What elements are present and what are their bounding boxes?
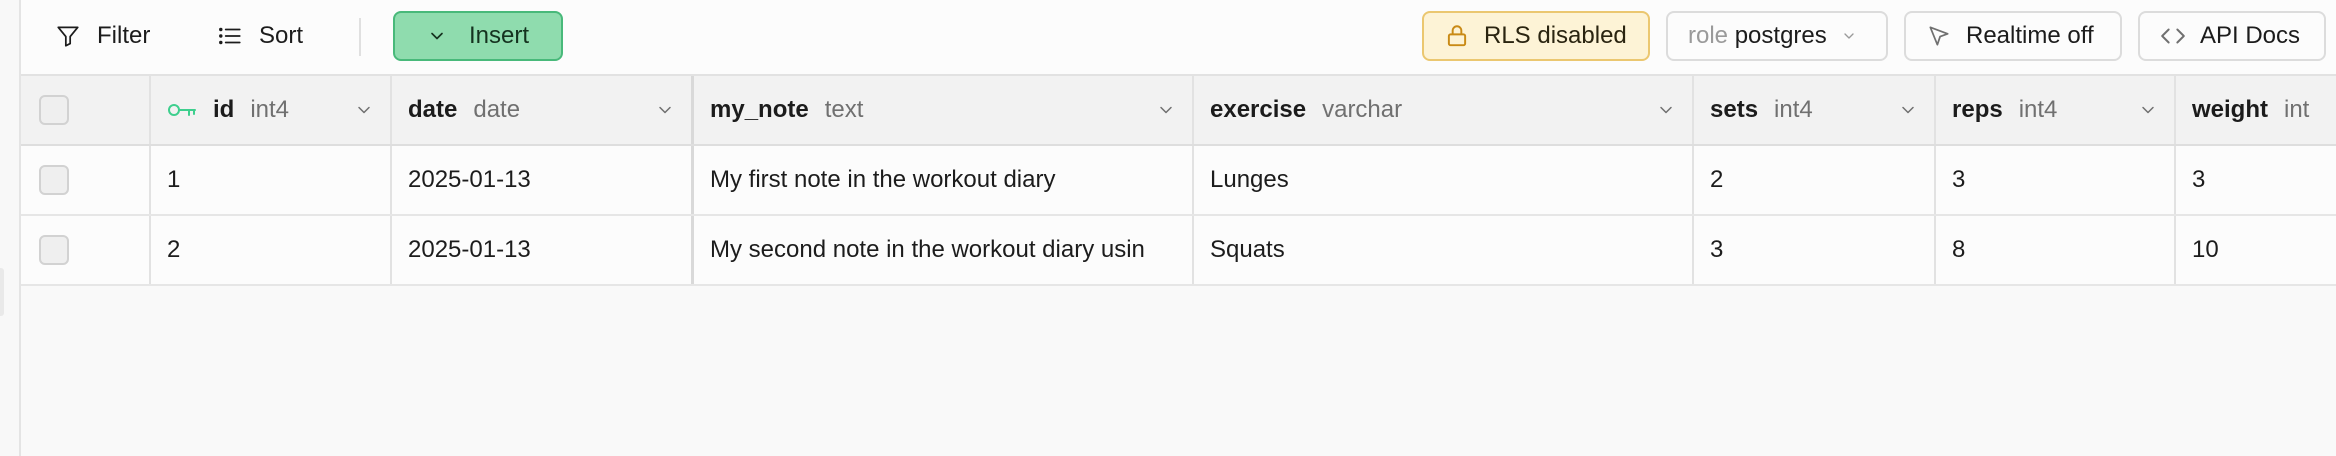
table-row[interactable]: 2 2025-01-13 My second note in the worko… bbox=[21, 216, 2336, 286]
column-header-reps[interactable]: reps int4 bbox=[1936, 76, 2176, 144]
cell-id[interactable]: 2 bbox=[151, 216, 392, 284]
realtime-label: Realtime off bbox=[1966, 22, 2094, 49]
lock-icon bbox=[1447, 25, 1467, 47]
column-header-exercise[interactable]: exercise varchar bbox=[1194, 76, 1694, 144]
row-select-cell bbox=[21, 216, 151, 284]
column-type: varchar bbox=[1322, 96, 1403, 123]
column-type: text bbox=[824, 96, 864, 123]
cell-weight[interactable]: 3 bbox=[2176, 146, 2336, 214]
column-type: int4 bbox=[2018, 96, 2058, 123]
filter-icon bbox=[57, 26, 79, 47]
role-prefix: role bbox=[1688, 22, 1729, 49]
cell-weight[interactable]: 10 bbox=[2176, 216, 2336, 284]
cell-sets[interactable]: 3 bbox=[1694, 216, 1936, 284]
table-toolbar: Filter Sort Insert RLS disabled role pos… bbox=[21, 0, 2336, 76]
rls-label: RLS disabled bbox=[1484, 22, 1627, 49]
row-checkbox[interactable] bbox=[39, 165, 69, 195]
left-rail bbox=[0, 0, 21, 456]
header-row: id int4 date date my_note text exercise … bbox=[21, 76, 2336, 146]
cell-date[interactable]: 2025-01-13 bbox=[392, 146, 694, 214]
chevron-down-icon[interactable] bbox=[354, 100, 374, 120]
column-header-sets[interactable]: sets int4 bbox=[1694, 76, 1936, 144]
cursor-icon bbox=[1929, 26, 1949, 46]
table-editor: Filter Sort Insert RLS disabled role pos… bbox=[0, 0, 2336, 456]
api-docs-button[interactable]: API Docs bbox=[2138, 11, 2326, 61]
cell-reps[interactable]: 3 bbox=[1936, 146, 2176, 214]
cell-date[interactable]: 2025-01-13 bbox=[392, 216, 694, 284]
column-header-date[interactable]: date date bbox=[392, 76, 694, 144]
role-selector[interactable]: role postgres bbox=[1666, 11, 1888, 61]
chevron-down-icon[interactable] bbox=[1656, 100, 1676, 120]
chevron-down-icon bbox=[431, 32, 443, 40]
cell-my-note[interactable]: My second note in the workout diary usin bbox=[694, 216, 1194, 284]
cell-exercise[interactable]: Lunges bbox=[1194, 146, 1694, 214]
chevron-down-icon bbox=[1844, 33, 1854, 39]
insert-label: Insert bbox=[468, 22, 530, 49]
header-select-cell bbox=[21, 76, 151, 144]
column-type: int4 bbox=[250, 96, 290, 123]
cell-reps[interactable]: 8 bbox=[1936, 216, 2176, 284]
chevron-down-icon[interactable] bbox=[655, 100, 675, 120]
select-all-checkbox[interactable] bbox=[39, 95, 69, 125]
api-docs-label: API Docs bbox=[2200, 22, 2301, 49]
row-checkbox[interactable] bbox=[39, 235, 69, 265]
role-value: postgres bbox=[1734, 22, 1827, 49]
chevron-down-icon[interactable] bbox=[1156, 100, 1176, 120]
filter-label: Filter bbox=[97, 22, 151, 49]
resize-handle[interactable] bbox=[0, 268, 4, 316]
column-name: reps bbox=[1952, 96, 2003, 123]
chevron-down-icon[interactable] bbox=[1898, 100, 1918, 120]
toolbar-divider bbox=[359, 18, 361, 56]
table-row[interactable]: 1 2025-01-13 My first note in the workou… bbox=[21, 146, 2336, 216]
sort-label: Sort bbox=[259, 22, 304, 49]
cell-my-note[interactable]: My first note in the workout diary bbox=[694, 146, 1194, 214]
column-name: my_note bbox=[710, 96, 809, 123]
column-name: sets bbox=[1710, 96, 1759, 123]
column-type: int bbox=[2284, 96, 2310, 123]
column-name: id bbox=[213, 96, 235, 123]
column-header-id[interactable]: id int4 bbox=[151, 76, 392, 144]
cell-exercise[interactable]: Squats bbox=[1194, 216, 1694, 284]
column-type: int4 bbox=[1774, 96, 1813, 123]
key-icon bbox=[168, 104, 196, 116]
chevron-down-icon[interactable] bbox=[2138, 100, 2158, 120]
row-select-cell bbox=[21, 146, 151, 214]
column-name: date bbox=[408, 96, 458, 123]
realtime-button[interactable]: Realtime off bbox=[1904, 11, 2122, 61]
sort-button[interactable]: Sort bbox=[217, 11, 303, 61]
data-grid: id int4 date date my_note text exercise … bbox=[21, 76, 2336, 456]
rls-status-button[interactable]: RLS disabled bbox=[1422, 11, 1650, 61]
column-header-weight[interactable]: weight int bbox=[2176, 76, 2336, 144]
column-header-my-note[interactable]: my_note text bbox=[694, 76, 1194, 144]
code-icon bbox=[2161, 28, 2185, 44]
column-type: date bbox=[473, 96, 521, 123]
cell-id[interactable]: 1 bbox=[151, 146, 392, 214]
column-name: weight bbox=[2192, 96, 2268, 123]
column-name: exercise bbox=[1210, 96, 1307, 123]
cell-sets[interactable]: 2 bbox=[1694, 146, 1936, 214]
filter-button[interactable]: Filter bbox=[55, 11, 150, 61]
sort-icon bbox=[219, 27, 241, 45]
insert-button[interactable]: Insert bbox=[393, 11, 563, 61]
